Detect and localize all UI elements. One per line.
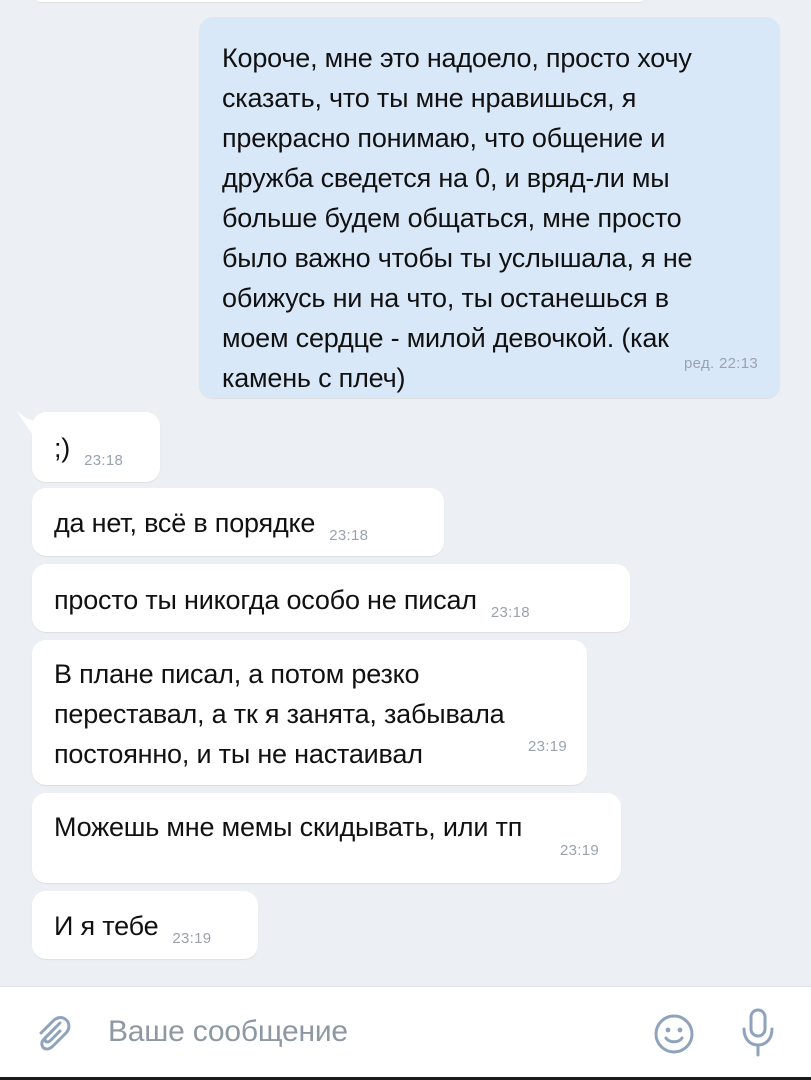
message-text: ;)	[54, 433, 71, 463]
chat-history[interactable]: Короче, мне это надоело, просто хочу ска…	[0, 0, 811, 986]
message-text: просто ты никогда особо не писал	[54, 585, 477, 615]
message-text: Можешь мне мемы скидывать, или тп	[54, 812, 523, 842]
paperclip-icon[interactable]	[30, 1011, 76, 1057]
microphone-icon[interactable]	[738, 1007, 778, 1059]
message-text: Короче, мне это надоело, просто хочу ска…	[222, 43, 693, 393]
message-incoming[interactable]: Можешь мне мемы скидывать, или тп 23:19	[32, 793, 621, 883]
message-incoming[interactable]: И я тебе 23:19	[32, 891, 258, 959]
previous-message-bubble[interactable]	[34, 0, 646, 2]
emoji-smile-icon[interactable]	[652, 1012, 696, 1056]
message-text: да нет, всё в порядке	[54, 508, 316, 538]
message-input-bar: Ваше сообщение	[0, 986, 811, 1080]
message-input[interactable]: Ваше сообщение	[108, 1015, 348, 1049]
message-incoming[interactable]: просто ты никогда особо не писал 23:18	[32, 564, 630, 632]
message-time: 23:19	[559, 842, 599, 859]
message-time: 23:18	[329, 527, 369, 544]
message-text: И я тебе	[54, 911, 159, 941]
message-outgoing[interactable]: Короче, мне это надоело, просто хочу ска…	[199, 17, 780, 398]
message-edited-time: ред. 22:13	[684, 355, 758, 372]
message-incoming[interactable]: В плане писал, а потом резко переставал,…	[32, 640, 587, 785]
message-time: 23:19	[172, 930, 212, 947]
message-time: 23:18	[84, 452, 124, 469]
message-text: В плане писал, а потом резко переставал,…	[54, 659, 505, 769]
message-incoming[interactable]: ;) 23:18	[32, 412, 160, 482]
message-time: 23:19	[527, 738, 567, 755]
message-time: 23:18	[490, 604, 530, 621]
message-incoming[interactable]: да нет, всё в порядке 23:18	[32, 488, 444, 556]
